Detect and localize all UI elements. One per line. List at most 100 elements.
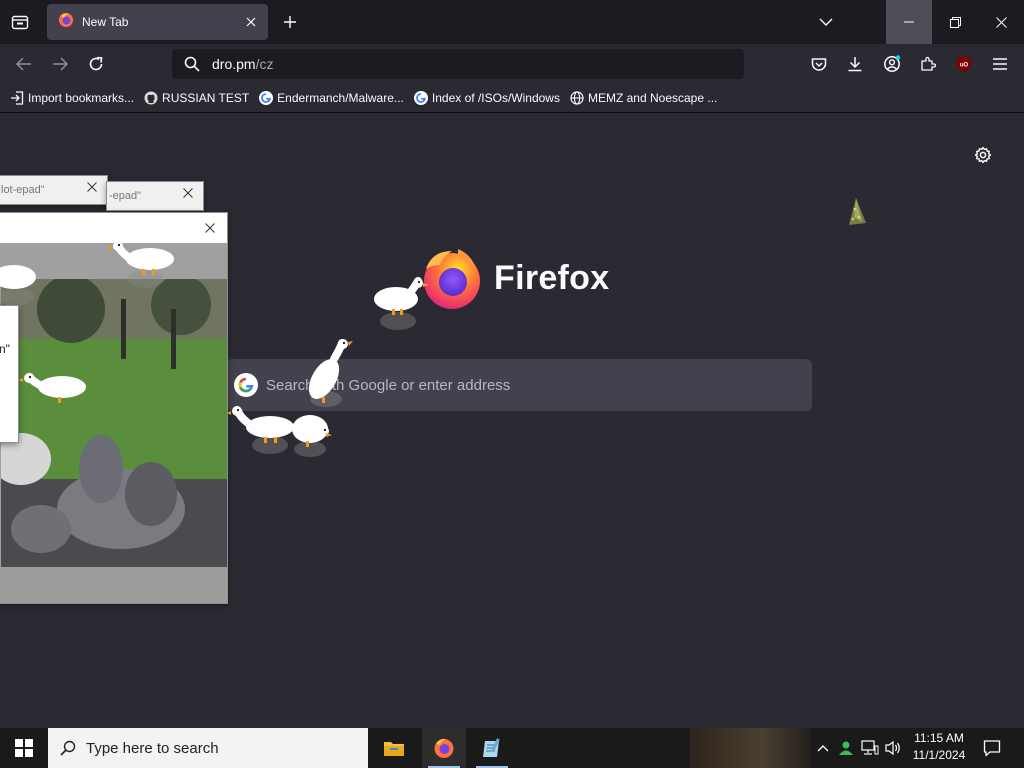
window-restore-button[interactable]	[932, 0, 978, 44]
bookmark-label: Endermanch/Malware...	[277, 91, 404, 105]
clock-date: 11/1/2024	[912, 748, 966, 762]
pigeon-video-frame	[1, 279, 227, 567]
svg-text:uO: uO	[960, 63, 969, 69]
extensions-button[interactable]	[912, 48, 944, 80]
globe-icon	[570, 91, 584, 105]
forward-button[interactable]	[44, 48, 76, 80]
pocket-icon	[811, 57, 827, 71]
account-button[interactable]	[876, 48, 908, 80]
notepad-icon	[483, 738, 500, 757]
goose-sprite	[374, 277, 429, 330]
chevron-down-icon	[819, 18, 833, 26]
firefox-logo-icon	[434, 738, 454, 758]
taskbar-search-box[interactable]: Type here to search	[48, 728, 368, 768]
people-tray-icon[interactable]	[836, 738, 856, 758]
action-center-button[interactable]	[982, 738, 1002, 758]
close-icon	[995, 16, 1007, 28]
gear-icon	[974, 146, 992, 164]
hamburger-icon	[993, 58, 1007, 70]
address-bar[interactable]: dro.pm/cz	[172, 49, 744, 79]
plus-icon	[284, 16, 296, 28]
goose-sprite	[107, 241, 174, 288]
popup-title: -epad"	[109, 190, 142, 202]
goose-sprite	[308, 339, 353, 407]
bookmark-label: RUSSIAN TEST	[162, 91, 250, 105]
tab-new-tab[interactable]: New Tab	[47, 4, 268, 40]
notification-icon	[983, 740, 1001, 757]
github-icon	[144, 91, 158, 105]
back-button[interactable]	[8, 48, 40, 80]
close-icon	[205, 223, 215, 233]
start-button[interactable]	[0, 728, 48, 768]
download-icon	[848, 57, 862, 72]
close-icon	[246, 17, 256, 27]
search-icon	[60, 740, 76, 756]
bookmark-endermanch[interactable]: Endermanch/Malware...	[259, 91, 404, 105]
new-tab-page: Firefox Search with Google or enter addr…	[0, 113, 1024, 728]
arrow-right-icon	[53, 57, 68, 71]
notepad-taskbar-button[interactable]	[470, 728, 514, 768]
popup-close-button[interactable]	[85, 180, 99, 194]
firefox-view-button[interactable]	[0, 0, 40, 44]
popup-text: n"	[0, 342, 10, 356]
bookmark-memz[interactable]: MEMZ and Noescape ...	[570, 91, 717, 105]
bookmark-label: MEMZ and Noescape ...	[587, 91, 718, 105]
firefox-logo-icon	[58, 12, 74, 33]
popup-window[interactable]: lot-epad"	[0, 175, 108, 205]
google-icon	[230, 373, 262, 397]
reload-button[interactable]	[80, 48, 112, 80]
list-all-tabs-button[interactable]	[812, 8, 840, 36]
windows-taskbar: Type here to search 11:15 AM 11/1/2024	[0, 728, 1024, 768]
tray-clock[interactable]: 11:15 AM 11/1/2024	[905, 730, 973, 764]
tab-close-button[interactable]	[238, 9, 264, 35]
google-icon	[259, 91, 274, 105]
video-controls-area	[1, 567, 227, 603]
downloads-button[interactable]	[839, 48, 871, 80]
popup-close-button[interactable]	[203, 221, 217, 235]
network-tray-icon[interactable]	[860, 738, 880, 758]
import-icon	[11, 91, 24, 105]
goose-sprite	[0, 265, 36, 306]
tab-strip: New Tab	[0, 0, 1024, 44]
network-icon	[861, 740, 879, 755]
notepad-popup-window[interactable]: n"	[0, 305, 19, 443]
bookmark-index-isos[interactable]: Index of /ISOs/Windows	[413, 91, 560, 105]
minimize-icon	[904, 21, 914, 23]
window-close-button[interactable]	[978, 0, 1024, 44]
navigation-toolbar: dro.pm/cz uO	[0, 44, 1024, 84]
pocket-button[interactable]	[803, 48, 835, 80]
taskbar-wallpaper-bleed	[690, 728, 810, 768]
ublock-icon: uO	[957, 56, 971, 72]
tree-sprite	[846, 197, 870, 234]
show-hidden-icons-button[interactable]	[813, 738, 833, 758]
firefox-brand: Firefox	[418, 245, 609, 311]
arrow-left-icon	[16, 57, 31, 71]
popup-close-button[interactable]	[181, 186, 195, 200]
url-host: dro.pm	[212, 56, 256, 72]
firefox-view-icon	[11, 15, 29, 30]
search-icon	[172, 56, 212, 72]
firefox-taskbar-button[interactable]	[422, 728, 466, 768]
tree-icon	[849, 198, 866, 225]
close-icon	[87, 182, 97, 192]
popup-window[interactable]: -epad"	[106, 181, 204, 211]
window-minimize-button[interactable]	[886, 0, 932, 44]
bookmarks-toolbar: Import bookmarks... RUSSIAN TEST Enderma…	[0, 84, 1024, 113]
google-icon	[413, 91, 428, 105]
new-tab-button[interactable]	[276, 8, 304, 36]
popup-title: lot-epad"	[1, 184, 45, 196]
folder-icon	[384, 742, 404, 756]
customize-new-tab-button[interactable]	[972, 144, 994, 166]
file-explorer-taskbar-button[interactable]	[372, 728, 416, 768]
bookmark-label: Import bookmarks...	[28, 91, 135, 105]
bookmark-import[interactable]: Import bookmarks...	[10, 91, 134, 105]
clock-time: 11:15 AM	[914, 731, 964, 745]
app-menu-button[interactable]	[984, 48, 1016, 80]
volume-tray-icon[interactable]	[883, 738, 903, 758]
taskbar-search-placeholder: Type here to search	[86, 739, 219, 757]
ublock-origin-button[interactable]: uO	[948, 48, 980, 80]
goose-sprite	[19, 373, 86, 403]
tab-title: New Tab	[82, 15, 129, 29]
user-icon	[839, 741, 853, 755]
bookmark-russian-test[interactable]: RUSSIAN TEST	[144, 91, 249, 105]
